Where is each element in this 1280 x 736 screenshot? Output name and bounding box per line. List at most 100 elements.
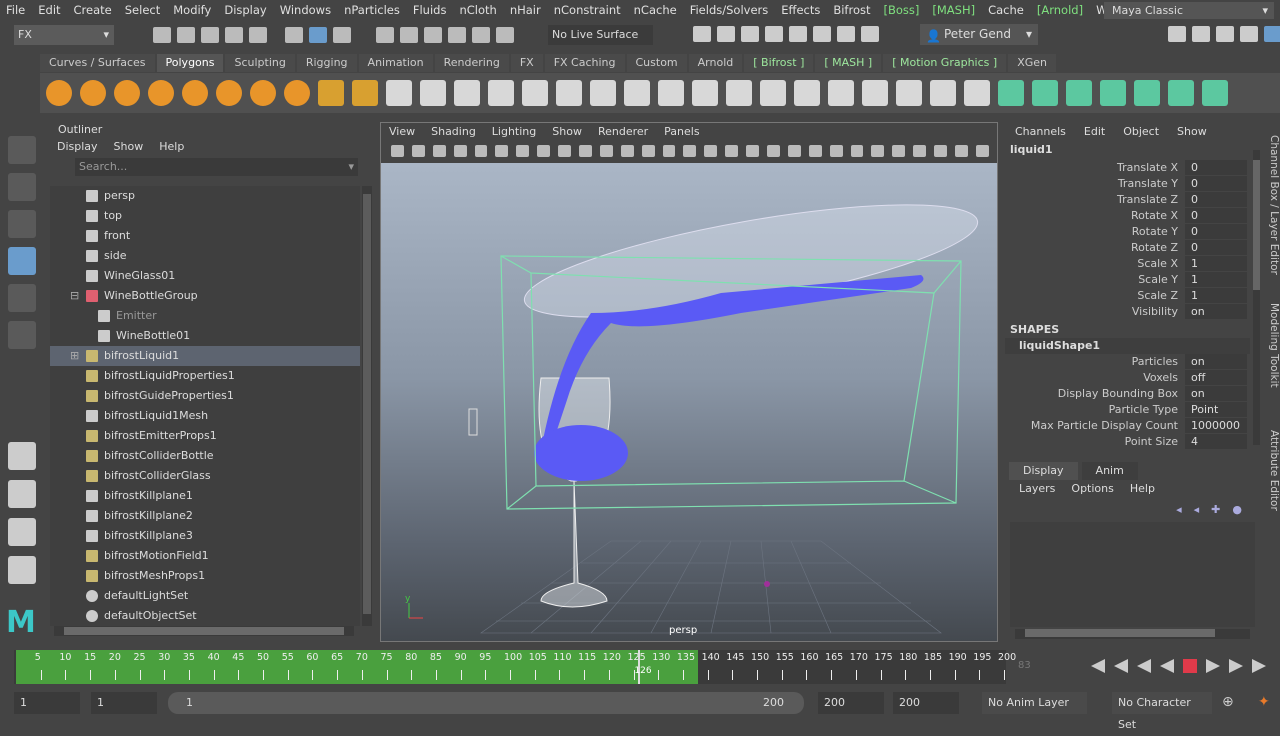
shelf-pyramid-icon[interactable] — [250, 80, 276, 106]
shelf-layout-uv-icon[interactable] — [1168, 80, 1194, 106]
anti-aliasing-icon[interactable] — [850, 145, 864, 157]
depth-of-field-icon[interactable] — [871, 145, 885, 157]
attribute-editor-icon[interactable] — [1216, 26, 1234, 42]
move-layer-up-icon[interactable]: ◂ — [1176, 503, 1182, 516]
render-setup-icon[interactable] — [813, 26, 831, 42]
camera-attributes-icon[interactable] — [432, 145, 446, 157]
image-plane-icon[interactable] — [474, 145, 488, 157]
menu-edit[interactable]: Edit — [38, 3, 60, 17]
channel-scrollbar[interactable] — [1253, 150, 1260, 445]
menu-file[interactable]: File — [6, 3, 25, 17]
viewport-canvas[interactable]: y persp — [381, 163, 997, 641]
new-layer-icon[interactable]: ✚ — [1211, 503, 1220, 516]
menu-ncache[interactable]: nCache — [634, 3, 677, 17]
viewport-menu-view[interactable]: View — [389, 123, 415, 141]
outliner-item-bifrostmotionfield1[interactable]: bifrostMotionField1 — [50, 546, 360, 566]
outliner-item-wineglass01[interactable]: WineGlass01 — [50, 266, 360, 286]
shelf-combine-icon[interactable] — [386, 80, 412, 106]
select-component-icon[interactable] — [333, 27, 351, 43]
xray-icon[interactable] — [913, 145, 927, 157]
shelf-bevel-icon[interactable] — [590, 80, 616, 106]
render-current-icon[interactable] — [717, 26, 735, 42]
play-backwards-icon[interactable] — [1160, 659, 1174, 673]
shelf-planar-map-icon[interactable] — [1066, 80, 1092, 106]
channel-value[interactable]: 1 — [1185, 256, 1247, 272]
layer-menu-help[interactable]: Help — [1130, 480, 1155, 498]
menu-nhair[interactable]: nHair — [510, 3, 541, 17]
lock-camera-icon[interactable] — [411, 145, 425, 157]
end-time-field[interactable]: 200 — [893, 692, 959, 714]
shelf-tab-fx-caching[interactable]: FX Caching — [544, 54, 625, 72]
outliner-item-bifrostkillplane1[interactable]: bifrostKillplane1 — [50, 486, 360, 506]
anim-preferences-icon[interactable]: ⊕ — [1222, 694, 1234, 710]
tool-settings-icon[interactable] — [1240, 26, 1258, 42]
play-forwards-icon[interactable] — [1206, 659, 1220, 673]
shelf-tab-bifrost[interactable]: [ Bifrost ] — [744, 54, 814, 72]
channel-row-display-bounding-box[interactable]: Display Bounding Box on — [1005, 386, 1260, 402]
shelf-target-weld-icon[interactable] — [794, 80, 820, 106]
outliner-item-bifrostcolliderglass[interactable]: bifrostColliderGlass — [50, 466, 360, 486]
shelf-tab-custom[interactable]: Custom — [626, 54, 687, 72]
shelf-tab-polygons[interactable]: Polygons — [156, 54, 224, 72]
expand-icon[interactable]: ⊞ — [70, 346, 79, 366]
menu-modify[interactable]: Modify — [173, 3, 211, 17]
channel-row-rotate-z[interactable]: Rotate Z 0 — [1005, 240, 1260, 256]
menu-boss[interactable]: [Boss] — [884, 3, 920, 17]
outliner-item-winebottlegroup[interactable]: ⊟ WineBottleGroup — [50, 286, 360, 306]
channel-menu-edit[interactable]: Edit — [1084, 122, 1105, 142]
user-account-button[interactable]: 👤 Peter Gend ▾ — [920, 24, 1038, 45]
shelf-boolean-icon[interactable] — [522, 80, 548, 106]
outliner-menu-show[interactable]: Show — [114, 138, 144, 156]
outliner-item-side[interactable]: side — [50, 246, 360, 266]
outliner-layout-icon[interactable] — [8, 556, 36, 584]
channel-value[interactable]: 1000000 — [1185, 418, 1247, 434]
channel-row-point-size[interactable]: Point Size 4 — [1005, 434, 1260, 450]
snap-grid-icon[interactable] — [376, 27, 394, 43]
channel-row-scale-z[interactable]: Scale Z 1 — [1005, 288, 1260, 304]
channel-value[interactable]: on — [1185, 304, 1247, 320]
channel-value[interactable]: 1 — [1185, 272, 1247, 288]
channel-value[interactable]: off — [1185, 370, 1247, 386]
viewport-menu-show[interactable]: Show — [552, 123, 582, 141]
shelf-merge-icon[interactable] — [760, 80, 786, 106]
single-perspective-layout-icon[interactable] — [8, 442, 36, 470]
shelf-tab-curves-surfaces[interactable]: Curves / Surfaces — [40, 54, 155, 72]
channel-row-visibility[interactable]: Visibility on — [1005, 304, 1260, 320]
shelf-extract-icon[interactable] — [454, 80, 480, 106]
ipr-render-icon[interactable] — [741, 26, 759, 42]
outliner-item-bifrostliquid1mesh[interactable]: bifrostLiquid1Mesh — [50, 406, 360, 426]
shelf-multi-cut-icon[interactable] — [726, 80, 752, 106]
channel-value[interactable]: 0 — [1185, 176, 1247, 192]
shelf-torus-icon[interactable] — [216, 80, 242, 106]
menu-select[interactable]: Select — [125, 3, 160, 17]
character-set-dropdown[interactable]: No Character Set — [1112, 692, 1212, 731]
shelf-transfer-icon[interactable] — [1202, 80, 1228, 106]
camera-icon[interactable] — [391, 145, 404, 157]
hypershade-icon[interactable] — [789, 26, 807, 42]
shaded-wireframe-icon[interactable] — [725, 145, 739, 157]
hik-icon[interactable] — [1192, 26, 1210, 42]
shelf-offset-loop-icon[interactable] — [896, 80, 922, 106]
shelf-cut-uv-icon[interactable] — [1100, 80, 1126, 106]
menu-effects[interactable]: Effects — [781, 3, 820, 17]
outliner-search-input[interactable]: Search... ▾ — [75, 158, 358, 176]
go-to-end-icon[interactable] — [1252, 659, 1266, 673]
lasso-tool-icon[interactable] — [8, 173, 36, 201]
render-view-icon[interactable] — [693, 26, 711, 42]
field-chart-icon[interactable] — [620, 145, 634, 157]
channel-row-max-particle-display-count[interactable]: Max Particle Display Count 1000000 — [1005, 418, 1260, 434]
2d-pan-icon[interactable] — [495, 145, 509, 157]
shelf-diamond-icon[interactable] — [182, 80, 208, 106]
channel-row-particles[interactable]: Particles on — [1005, 354, 1260, 370]
outliner-item-bifrostcolliderbottle[interactable]: bifrostColliderBottle — [50, 446, 360, 466]
bookmark-icon[interactable] — [453, 145, 467, 157]
shelf-bridge-icon[interactable] — [624, 80, 650, 106]
scale-tool-icon[interactable] — [8, 321, 36, 349]
outliner-item-bifrostliquidproperties1[interactable]: bifrostLiquidProperties1 — [50, 366, 360, 386]
stop-icon[interactable] — [1183, 659, 1197, 673]
auto-key-icon[interactable]: ✦ — [1258, 694, 1270, 710]
resolution-gate-icon[interactable] — [579, 145, 592, 157]
select-tool-icon[interactable] — [8, 136, 36, 164]
move-tool-icon[interactable] — [8, 247, 36, 275]
menu-fluids[interactable]: Fluids — [413, 3, 447, 17]
